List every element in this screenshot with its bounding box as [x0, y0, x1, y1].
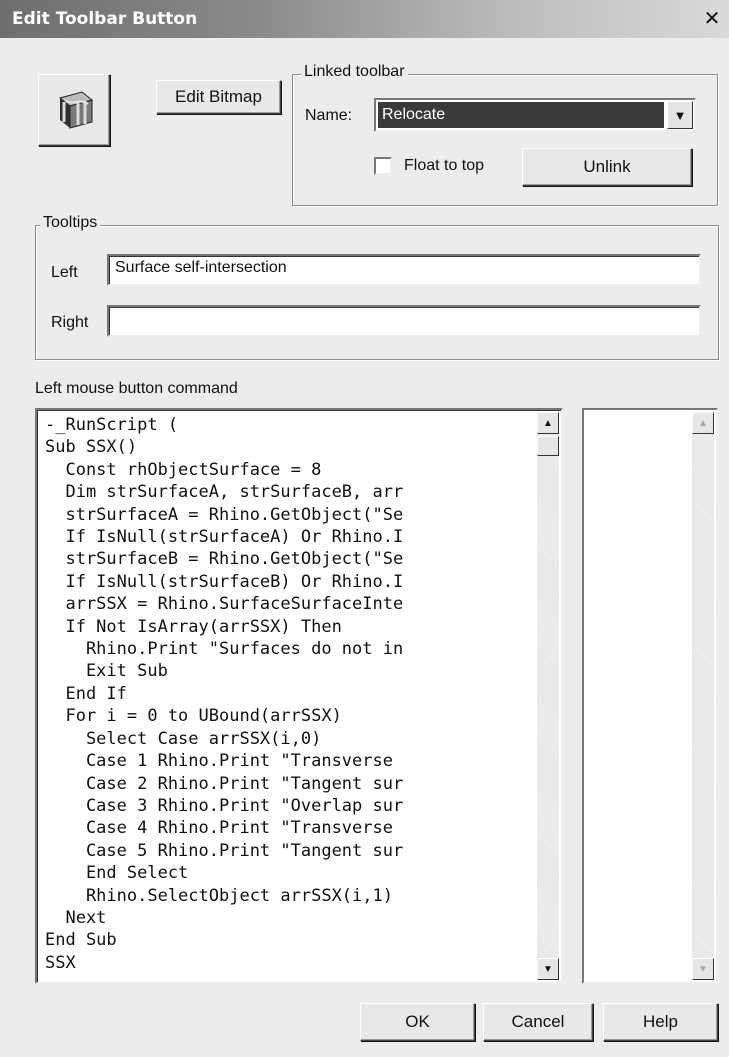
- left-tooltip-label: Left: [51, 264, 78, 281]
- tooltips-legend: Tooltips: [40, 214, 101, 232]
- float-to-top-label: Float to top: [404, 157, 485, 174]
- help-button[interactable]: Help: [603, 1003, 718, 1041]
- scroll-down-icon[interactable]: ▼: [537, 958, 559, 980]
- right-command-editor[interactable]: ▲ ▼: [582, 408, 718, 984]
- scroll-up-icon[interactable]: ▲: [537, 412, 559, 434]
- tooltips-group: Tooltips: [35, 214, 719, 360]
- unlink-button[interactable]: Unlink: [522, 148, 692, 186]
- command-script-text[interactable]: -_RunScript ( Sub SSX() Const rhObjectSu…: [45, 414, 533, 980]
- name-label: Name:: [305, 107, 353, 124]
- toolbar-name-value: Relocate: [378, 102, 664, 128]
- code-scrollbar[interactable]: ▲ ▼: [537, 412, 559, 980]
- left-command-editor[interactable]: -_RunScript ( Sub SSX() Const rhObjectSu…: [35, 408, 563, 984]
- scroll-thumb[interactable]: [537, 436, 559, 456]
- linked-toolbar-group: Linked toolbar: [292, 63, 718, 206]
- surface-self-intersection-icon: [58, 91, 94, 129]
- window-title: Edit Toolbar Button: [12, 9, 198, 29]
- chevron-down-icon[interactable]: ▼: [667, 101, 693, 129]
- float-to-top-checkbox[interactable]: [374, 157, 392, 175]
- scroll-down-icon[interactable]: ▼: [692, 958, 714, 980]
- left-command-label: Left mouse button command: [35, 380, 238, 397]
- right-tooltip-input[interactable]: [107, 305, 701, 337]
- toolbar-name-select[interactable]: Relocate ▼: [374, 98, 696, 132]
- toolbar-button-icon[interactable]: [38, 74, 110, 146]
- right-tooltip-label: Right: [51, 314, 89, 331]
- cancel-button[interactable]: Cancel: [483, 1003, 593, 1041]
- title-bar: Edit Toolbar Button ✕: [0, 0, 729, 38]
- right-command-scrollbar[interactable]: ▲ ▼: [692, 412, 714, 980]
- linked-toolbar-legend: Linked toolbar: [301, 63, 408, 81]
- left-tooltip-input[interactable]: Surface self-intersection: [107, 254, 701, 286]
- scroll-up-icon[interactable]: ▲: [692, 412, 714, 434]
- ok-button[interactable]: OK: [360, 1003, 475, 1041]
- close-icon[interactable]: ✕: [701, 7, 723, 29]
- edit-bitmap-button[interactable]: Edit Bitmap: [156, 80, 281, 114]
